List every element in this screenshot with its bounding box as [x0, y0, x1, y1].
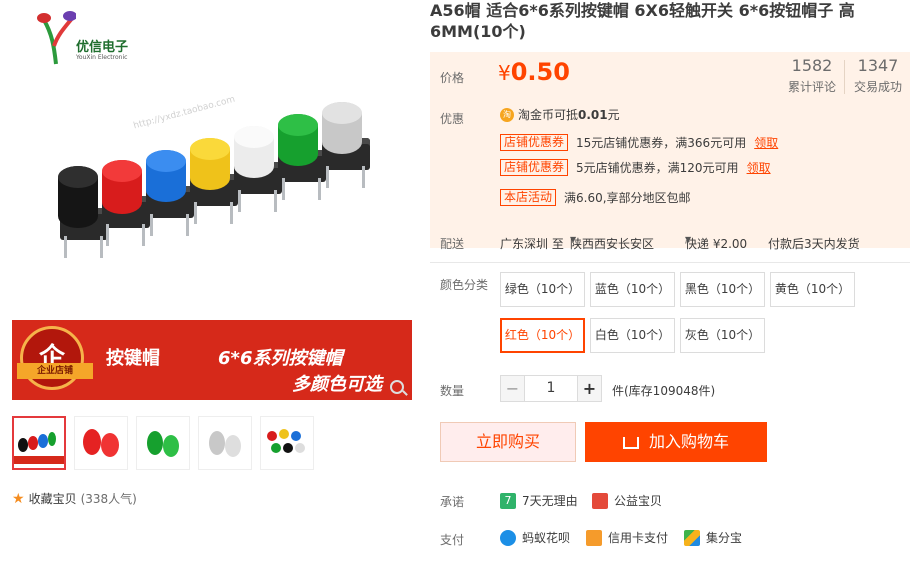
quantity-decrease-button[interactable]: − — [500, 375, 525, 402]
coin-unit: 元 — [607, 108, 620, 122]
stat-divider — [844, 60, 845, 94]
add-to-cart-button[interactable]: 加入购物车 — [585, 422, 767, 462]
coin-text: 淘金币可抵 — [518, 108, 579, 122]
promo-banner: 企 企业店铺 按键帽 6*6系列按键帽 多颜色可选 — [12, 320, 412, 400]
sales-count: 1347 — [857, 56, 899, 75]
payment-credit-card[interactable]: 信用卡支付 — [586, 529, 668, 546]
jifenbao-label: 集分宝 — [706, 531, 743, 545]
enterprise-label: 企业店铺 — [17, 363, 93, 379]
seven-day-icon: 7 — [500, 492, 516, 509]
buy-now-button[interactable]: 立即购买 — [440, 422, 576, 462]
thumbnail-2[interactable] — [74, 416, 128, 470]
payment-label: 支付 — [440, 533, 465, 547]
destination-text: 陕西西安长安区 — [570, 237, 655, 251]
thumbnail-1[interactable] — [12, 416, 66, 470]
delivery-from: 广东深圳 至 — [500, 237, 564, 251]
activity-text: 满6.60,享部分地区包邮 — [564, 191, 691, 205]
star-icon: ★ — [12, 490, 25, 507]
jifenbao-icon — [684, 529, 700, 546]
shop-logo: 优信电子 YouXin Electronic — [26, 4, 136, 70]
product-gallery: 优信电子 YouXin Electronic http://yxdz.taoba… — [12, 0, 412, 507]
coupon-text: 15元店铺优惠券，满366元可用 — [576, 136, 747, 150]
credit-card-label: 信用卡支付 — [608, 531, 669, 545]
delivery-label: 配送 — [440, 237, 465, 251]
sku-option-white[interactable]: 白色（10个） — [590, 318, 675, 353]
coupon-tag: 店铺优惠券 — [500, 134, 569, 151]
charity-heart-icon — [592, 492, 608, 509]
favorite-count: (338人气) — [80, 492, 137, 506]
coin-amount: 0.01 — [578, 107, 608, 122]
sku-label: 颜色分类 — [440, 278, 489, 292]
keycaps-photo — [42, 102, 382, 280]
banner-title-right: 6*6系列按键帽 — [218, 348, 343, 369]
coupon-row-1: 店铺优惠券 15元店铺优惠券，满366元可用 领取 — [500, 134, 778, 151]
sku-option-grey[interactable]: 灰色（10个） — [680, 318, 765, 353]
sku-option-black[interactable]: 黑色（10个） — [680, 272, 765, 307]
huabei-label: 蚂蚁花呗 — [522, 531, 571, 545]
favorite-label: 收藏宝贝 — [28, 492, 77, 506]
payment-jifenbao[interactable]: 集分宝 — [684, 529, 742, 546]
banner-title-left: 按键帽 — [106, 348, 160, 369]
promise-charity-label: 公益宝贝 — [614, 494, 663, 508]
huabei-icon — [500, 529, 516, 546]
quantity-increase-button[interactable]: + — [577, 375, 602, 402]
add-to-cart-label: 加入购物车 — [648, 432, 729, 451]
thumbnail-5[interactable] — [260, 416, 314, 470]
reviews-label: 累计评论 — [787, 80, 836, 94]
method-text: 快递 ¥2.00 — [685, 237, 748, 251]
currency-symbol: ¥ — [498, 61, 511, 85]
promise-7day-label: 7天无理由 — [522, 494, 578, 508]
coupon-row-2: 店铺优惠券 5元店铺优惠券，满120元可用 领取 — [500, 159, 771, 176]
product-title: A56帽 适合6*6系列按键帽 6X6轻触开关 6*6按钮帽子 高6MM(10个… — [430, 1, 855, 41]
section-divider — [430, 262, 910, 263]
store-activity: 本店活动 满6.60,享部分地区包邮 — [500, 189, 691, 206]
logo-brand-text: 优信电子 — [76, 40, 129, 55]
thumbnail-4[interactable] — [198, 416, 252, 470]
sku-option-red[interactable]: 红色（10个） — [500, 318, 585, 353]
credit-card-icon — [586, 529, 602, 546]
price-panel: 价格 ¥0.50 1582 累计评论 1347 交易成功 优惠 淘 淘金币可抵 0… — [430, 52, 910, 248]
quantity-stepper: − 1 + — [500, 375, 602, 402]
promise-charity[interactable]: 公益宝贝 — [592, 492, 662, 509]
logo-brand-en: YouXin Electronic — [76, 54, 128, 61]
sku-option-yellow[interactable]: 黄色（10个） — [770, 272, 855, 307]
taobao-coin-icon: 淘 — [500, 107, 514, 122]
taobao-coin: 淘 淘金币可抵 0.01 元 — [500, 106, 620, 123]
ship-time: 付款后3天内发货 — [768, 237, 860, 251]
stock-text: 件(库存109048件) — [612, 384, 716, 398]
reviews-stat[interactable]: 1582 累计评论 — [782, 56, 842, 95]
favorite-item[interactable]: ★ 收藏宝贝 (338人气) — [12, 490, 137, 507]
price-label: 价格 — [440, 71, 465, 85]
enterprise-badge: 企 企业店铺 — [17, 326, 93, 390]
main-product-image[interactable]: 优信电子 YouXin Electronic http://yxdz.taoba… — [12, 0, 412, 400]
chevron-down-icon: ▼ — [570, 235, 577, 244]
product-info: A56帽 适合6*6系列按键帽 6X6轻触开关 6*6按钮帽子 高6MM(10个… — [430, 0, 910, 547]
thumbnail-3[interactable] — [136, 416, 190, 470]
activity-tag: 本店活动 — [500, 189, 557, 206]
cart-icon — [622, 436, 639, 449]
coupon-text: 5元店铺优惠券，满120元可用 — [576, 161, 739, 175]
chevron-down-icon: ▼ — [685, 235, 692, 244]
reviews-count: 1582 — [791, 56, 833, 75]
price-number: 0.50 — [510, 58, 570, 86]
thumbnail-strip — [12, 416, 322, 470]
payment-huabei[interactable]: 蚂蚁花呗 — [500, 529, 570, 546]
zoom-icon[interactable] — [390, 380, 404, 394]
quantity-input[interactable]: 1 — [525, 375, 577, 402]
promise-7day[interactable]: 7 7天无理由 — [500, 492, 578, 509]
price-value: ¥0.50 — [498, 58, 570, 86]
banner-subtitle: 多颜色可选 — [292, 374, 382, 395]
promo-label: 优惠 — [440, 112, 465, 126]
sku-option-blue[interactable]: 蓝色（10个） — [590, 272, 675, 307]
claim-coupon-link[interactable]: 领取 — [754, 134, 778, 151]
logo-icon — [37, 11, 76, 65]
sku-option-green[interactable]: 绿色（10个） — [500, 272, 585, 307]
claim-coupon-link[interactable]: 领取 — [747, 159, 771, 176]
sales-stat: 1347 交易成功 — [848, 56, 908, 95]
coupon-tag: 店铺优惠券 — [500, 159, 569, 176]
quantity-label: 数量 — [440, 384, 465, 398]
sales-label: 交易成功 — [853, 80, 902, 94]
promise-label: 承诺 — [440, 495, 465, 509]
